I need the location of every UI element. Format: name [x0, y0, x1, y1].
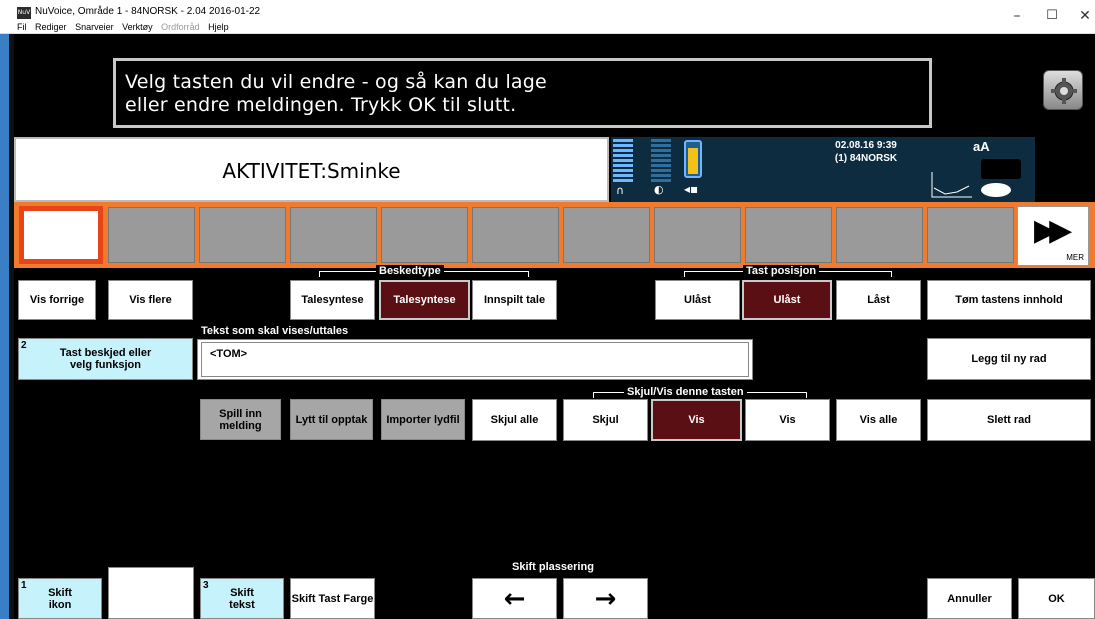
keyboard-icon	[981, 159, 1021, 179]
settings-button[interactable]	[1043, 70, 1083, 110]
more-label: MER	[1066, 253, 1084, 262]
key-slot[interactable]	[745, 207, 832, 263]
close-button[interactable]: ✕	[1070, 4, 1095, 28]
arrow-left-icon: ←	[503, 583, 526, 614]
date-time: 02.08.16 9:39	[835, 140, 897, 151]
show-option[interactable]: Vis	[745, 399, 830, 441]
maximize-button[interactable]: ☐	[1037, 4, 1067, 28]
volume-meter	[613, 139, 633, 184]
key-slot[interactable]	[108, 207, 195, 263]
key-slot[interactable]	[199, 207, 286, 263]
status-panel: ∩ ◐ ◂▪ 02.08.16 9:39 (1) 84NORSK aA	[611, 137, 1035, 202]
speech-synthesis-option[interactable]: Talesyntese	[290, 280, 375, 320]
unlocked-option[interactable]: Ulåst	[655, 280, 740, 320]
show-all-button[interactable]: Vis alle	[836, 399, 921, 441]
visibility-title: Skjul/Vis denne tasten	[624, 386, 747, 398]
title-bar: NuV NuVoice, Område 1 - 84NORSK - 2.04 2…	[0, 0, 1095, 34]
key-number: 2	[21, 340, 27, 351]
headphones-icon: ∩	[616, 184, 625, 197]
message-or-function-button[interactable]: 2 Tast beskjed eller velg funksjon	[18, 338, 193, 380]
menu-snarveier[interactable]: Snarveier	[75, 22, 114, 32]
speech-synthesis-selected[interactable]: Talesyntese	[379, 280, 470, 320]
plug-icon: ◂▪	[684, 182, 699, 196]
import-audio-button[interactable]: Importer lydfil	[381, 399, 465, 440]
menu-ordforrad[interactable]: Ordforråd	[161, 22, 200, 32]
hide-option[interactable]: Skjul	[563, 399, 648, 441]
show-selected[interactable]: Vis	[651, 399, 742, 441]
change-text-button[interactable]: 3 Skift tekst	[200, 578, 284, 619]
locked-option[interactable]: Låst	[836, 280, 921, 320]
message-type-title: Beskedtype	[376, 265, 444, 277]
activity-bar: AKTIVITET:Sminke	[14, 137, 609, 202]
key-slot[interactable]	[472, 207, 559, 263]
change-icon-label: Skift ikon	[48, 586, 72, 611]
change-text-label: Skift tekst	[229, 586, 255, 611]
menu-rediger[interactable]: Rediger	[35, 22, 67, 32]
key-text-value: <TOM>	[210, 348, 248, 360]
change-position-label: Skift plassering	[512, 561, 594, 573]
key-slot[interactable]	[654, 207, 741, 263]
key-slot-selected[interactable]	[19, 206, 103, 264]
instruction-line-1: Velg tasten du vil endre - og så kan du …	[125, 71, 547, 93]
key-position-title: Tast posisjon	[743, 265, 820, 277]
cancel-button[interactable]: Annuller	[927, 578, 1012, 619]
change-key-color-button[interactable]: Skift Tast Farge	[290, 578, 375, 619]
recorded-speech-option[interactable]: Innspilt tale	[472, 280, 557, 320]
listen-recording-button[interactable]: Lytt til opptak	[290, 399, 373, 440]
hide-all-button[interactable]: Skjul alle	[472, 399, 557, 441]
clear-key-button[interactable]: Tøm tastens innhold	[927, 280, 1091, 320]
menu-fil[interactable]: Fil	[17, 22, 27, 32]
instruction-box: Velg tasten du vil endre - og så kan du …	[113, 58, 932, 128]
key-slot[interactable]	[563, 207, 650, 263]
message-or-function-label: Tast beskjed eller velg funksjon	[59, 347, 152, 371]
app-icon: NuV	[17, 7, 31, 19]
activity-label: AKTIVITET:Sminke	[222, 159, 401, 183]
text-field-label: Tekst som skal vises/uttales	[201, 325, 349, 337]
key-slot[interactable]	[836, 207, 923, 263]
key-slot[interactable]	[927, 207, 1014, 263]
add-row-button[interactable]: Legg til ny rad	[927, 338, 1091, 380]
arrow-right-icon: →	[594, 583, 617, 614]
chart-icon	[931, 172, 972, 198]
key-preview	[108, 567, 194, 619]
mic-meter	[651, 139, 671, 184]
key-text-input[interactable]: <TOM>	[201, 342, 749, 377]
menu-hjelp[interactable]: Hjelp	[208, 22, 229, 32]
unlocked-selected[interactable]: Ulåst	[742, 280, 832, 320]
menu-verktoy[interactable]: Verktøy	[122, 22, 153, 32]
gear-icon	[1051, 78, 1077, 104]
change-icon-button[interactable]: 1 Skift ikon	[18, 578, 102, 619]
microphone-icon: ◐	[654, 183, 664, 196]
key-number: 1	[21, 580, 27, 591]
left-edge	[0, 34, 9, 619]
key-slot[interactable]	[381, 207, 468, 263]
show-more-button[interactable]: Vis flere	[108, 280, 193, 320]
font-size-indicator: aA	[973, 139, 990, 154]
battery-icon	[684, 140, 702, 178]
key-number: 3	[203, 580, 209, 591]
move-left-button[interactable]: ←	[472, 578, 557, 619]
move-right-button[interactable]: →	[563, 578, 648, 619]
fast-forward-icon: ▶▶	[1034, 213, 1072, 248]
show-previous-button[interactable]: Vis forrige	[18, 280, 96, 320]
left-edge-shadow	[9, 34, 14, 619]
ok-button[interactable]: OK	[1018, 578, 1095, 619]
profile-name: (1) 84NORSK	[834, 153, 898, 164]
record-message-button[interactable]: Spill inn melding	[200, 399, 281, 440]
speech-bubble-icon	[981, 183, 1011, 197]
menu-bar: Fil Rediger Snarveier Verktøy Ordforråd …	[17, 22, 235, 32]
more-button[interactable]: ▶▶ MER	[1017, 206, 1089, 266]
key-slot[interactable]	[290, 207, 377, 263]
instruction-line-2: eller endre meldingen. Trykk OK til slut…	[125, 94, 517, 116]
window-title: NuVoice, Område 1 - 84NORSK - 2.04 2016-…	[35, 6, 261, 17]
delete-row-button[interactable]: Slett rad	[927, 399, 1091, 441]
minimize-button[interactable]: –	[1002, 4, 1032, 28]
